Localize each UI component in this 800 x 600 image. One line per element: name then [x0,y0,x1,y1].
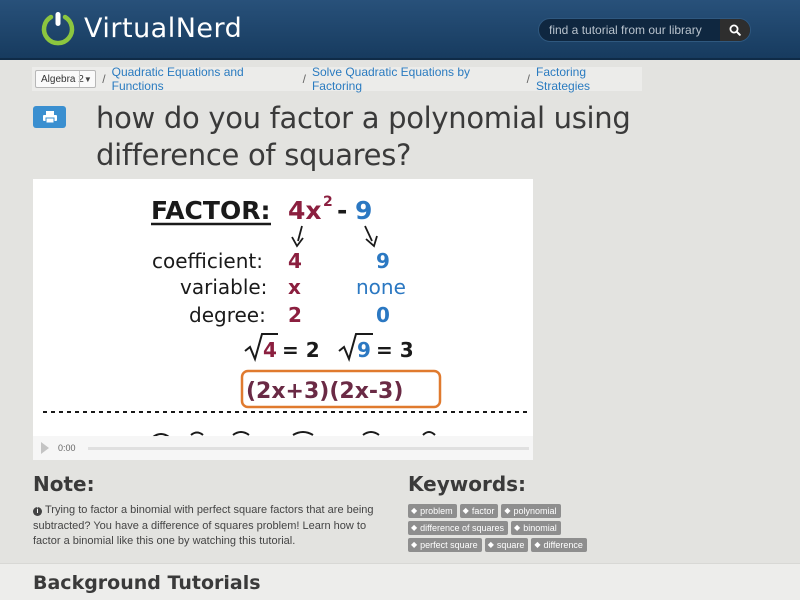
power-icon [41,12,75,46]
tag-icon: ◆ [411,540,418,549]
tag-icon: ◆ [534,540,541,549]
breadcrumb-separator: / [102,72,106,86]
root-2-result: = 3 [376,338,414,362]
tag-icon: ◆ [462,506,469,515]
course-select-value: Algebra 2 [41,73,84,85]
keyword-tag-label: square [496,540,525,550]
video-frame: FACTOR: 4x 2 - 9 coefficient: variable: … [43,194,528,438]
note-heading: Note: [33,472,95,496]
root-2-radicand: 9 [357,338,371,362]
expr-exponent: 2 [323,194,333,210]
video-seek-bar[interactable] [88,447,529,450]
keyword-tag-label: binomial [523,523,557,533]
course-select[interactable]: Algebra 2 ▼ [35,70,97,88]
background-tutorials-heading: Background Tutorials [33,572,261,594]
search-box [538,18,751,42]
breadcrumb-link-topic[interactable]: Factoring Strategies [536,65,642,93]
breadcrumb-separator: / [302,72,306,86]
breadcrumb: Algebra 2 ▼ / Quadratic Equations and Fu… [32,65,642,93]
note-body: Trying to factor a binomial with perfect… [33,504,374,547]
breadcrumb-link-unit[interactable]: Quadratic Equations and Functions [112,65,297,93]
site-logo[interactable]: VirtualNerd [40,10,242,46]
keyword-tag[interactable]: ◆ problem [408,504,457,518]
logo-word-nerd: Nerd [175,12,243,44]
expr-minus: - [337,196,347,225]
keyword-tag[interactable]: ◆ polynomial [501,504,561,518]
keyword-tag-label: polynomial [513,506,557,516]
keyword-tag[interactable]: ◆ factor [459,504,499,518]
keyword-tag-label: perfect square [420,540,478,550]
search-input[interactable] [539,19,720,41]
video-controls: 0:00 [33,436,533,460]
tag-icon: ◆ [504,506,511,515]
coefficient-1: 4 [288,249,302,273]
logo-text: VirtualNerd [84,13,242,44]
degree-1: 2 [288,303,302,327]
breadcrumb-link-lesson[interactable]: Solve Quadratic Equations by Factoring [312,65,521,93]
keyword-tag[interactable]: ◆ perfect square [408,538,482,552]
print-button[interactable] [33,106,66,128]
label-variable: variable: [180,275,267,299]
tag-icon: ◆ [411,523,418,532]
play-icon[interactable] [41,442,49,454]
keyword-tag[interactable]: ◆ square [484,538,529,552]
keyword-tag-label: difference [543,540,583,550]
info-icon: i [33,507,42,516]
root-1-radicand: 4 [263,338,277,362]
tag-icon: ◆ [514,523,521,532]
expr-term-2: 9 [355,196,372,225]
label-coefficient: coefficient: [152,249,263,273]
video-time: 0:00 [58,443,76,453]
search-icon [729,24,741,36]
tag-icon: ◆ [411,506,418,515]
variable-2: none [356,275,406,299]
note-text: i Trying to factor a binomial with perfec… [33,503,383,550]
page-title: how do you factor a polynomial using dif… [96,101,631,172]
site-header: VirtualNerd [0,0,800,60]
root-1-result: = 2 [282,338,320,362]
factor-heading: FACTOR: [151,196,270,225]
label-degree: degree: [189,303,266,327]
keyword-tag[interactable]: ◆ binomial [511,521,561,535]
degree-2: 0 [376,303,390,327]
variable-1: x [288,275,301,299]
print-icon [42,111,57,124]
logo-word-virtual: Virtual [84,12,176,44]
keyword-tag-label: factor [471,506,495,516]
keyword-tag-label: problem [420,506,453,516]
answer-text: (2x+3)(2x-3) [246,379,403,404]
coefficient-2: 9 [376,249,390,273]
expr-term-1: 4x [288,196,322,225]
search-button[interactable] [720,19,750,41]
keyword-tag[interactable]: ◆ difference [531,538,587,552]
tag-icon: ◆ [487,540,494,549]
keyword-tags: ◆ problem ◆ factor ◆ polynomial ◆ difference… [408,504,628,552]
breadcrumb-separator: / [526,72,530,86]
video-player[interactable]: FACTOR: 4x 2 - 9 coefficient: variable: … [33,179,533,460]
keyword-tag-label: difference of squares [420,523,505,533]
keyword-tag[interactable]: ◆ difference of squares [408,521,509,535]
keywords-heading: Keywords: [408,472,527,496]
chevron-down-icon: ▼ [79,71,95,87]
